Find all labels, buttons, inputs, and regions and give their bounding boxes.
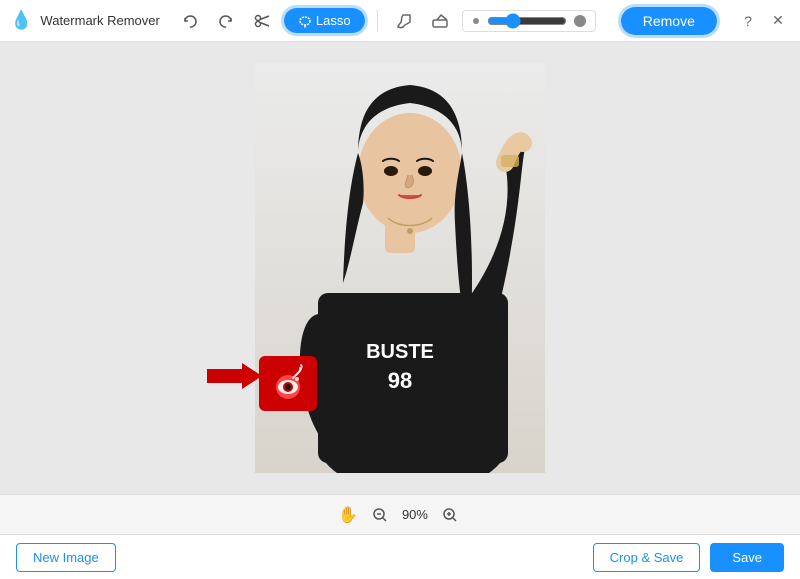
svg-text:BUSTE: BUSTE [366, 341, 434, 363]
watermark-arrow-indicator [207, 361, 262, 398]
remove-button[interactable]: Remove [621, 7, 717, 35]
crop-save-button[interactable]: Crop & Save [593, 543, 701, 572]
redo-button[interactable] [212, 7, 240, 35]
zoom-out-button[interactable] [368, 503, 392, 527]
brush-button[interactable] [390, 7, 418, 35]
eraser-button[interactable] [426, 7, 454, 35]
action-bar: New Image Crop & Save Save [0, 534, 800, 579]
window-controls: ? ✕ [736, 9, 790, 33]
scissors-button[interactable] [248, 7, 276, 35]
size-small-icon [471, 16, 481, 26]
brush-size-slider[interactable] [487, 13, 567, 29]
zoom-in-button[interactable] [438, 503, 462, 527]
zoom-bar: ✋ 90% [0, 494, 800, 534]
hand-tool-icon[interactable]: ✋ [338, 505, 358, 525]
close-button[interactable]: ✕ [766, 9, 790, 33]
lasso-button[interactable]: Lasso [284, 8, 365, 33]
image-container: BUSTE 98 [255, 63, 545, 473]
separator-1 [377, 10, 378, 32]
undo-button[interactable] [176, 7, 204, 35]
svg-text:98: 98 [388, 368, 412, 393]
lasso-label: Lasso [316, 13, 351, 28]
app-title: Watermark Remover [40, 13, 159, 28]
save-button[interactable]: Save [710, 543, 784, 572]
title-bar: 💧 Watermark Remover Lasso [0, 0, 800, 42]
size-large-icon [573, 14, 587, 28]
help-button[interactable]: ? [736, 9, 760, 33]
size-slider-group [462, 10, 596, 32]
right-action-buttons: Crop & Save Save [593, 543, 784, 572]
new-image-button[interactable]: New Image [16, 543, 116, 572]
zoom-level: 90% [402, 507, 428, 522]
watermark-overlay [259, 356, 317, 411]
app-logo: 💧 [10, 10, 32, 31]
main-canvas: BUSTE 98 [0, 42, 800, 494]
photo-canvas[interactable]: BUSTE 98 [255, 63, 545, 473]
